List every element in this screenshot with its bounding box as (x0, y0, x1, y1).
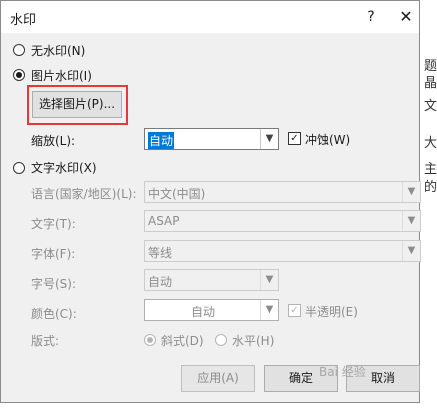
font-value: 等线 (148, 246, 173, 260)
text-watermark-label[interactable]: 文字水印(X) (31, 159, 97, 176)
chevron-down-icon[interactable]: ▼ (260, 129, 278, 149)
watermark-dialog: 水印 ? ✕ 无水印(N) 图片水印(I) 选择图片(P)... 缩放(L): … (0, 0, 421, 403)
semitransparent-checkbox[interactable]: ✓ (288, 304, 301, 317)
chevron-down-icon[interactable]: ▼ (260, 270, 278, 290)
font-dropdown[interactable]: 等线 ▼ (144, 240, 421, 262)
washout-label[interactable]: 冲蚀(W) (305, 131, 350, 148)
font-label: 字体(F): (31, 247, 76, 261)
size-label: 字号(S): (31, 277, 77, 291)
doc-char: 文 (424, 99, 437, 114)
size-value: 自动 (148, 275, 173, 289)
help-icon[interactable]: ? (361, 6, 381, 28)
size-dropdown[interactable]: 自动 ▼ (144, 269, 279, 291)
chevron-down-icon[interactable]: ▼ (402, 211, 420, 231)
color-dropdown[interactable]: 自动 ▼ (144, 299, 279, 321)
text-value: ASAP (148, 214, 180, 228)
semitransparent-label[interactable]: 半透明(E) (305, 303, 358, 320)
picture-watermark-radio[interactable] (13, 69, 25, 81)
dialog-title: 水印 (10, 13, 37, 28)
title-bar: 水印 ? ✕ (1, 1, 419, 33)
baidu-watermark: Bai 经验 (319, 365, 366, 379)
horizontal-label[interactable]: 水平(H) (232, 332, 274, 349)
close-icon[interactable]: ✕ (395, 6, 417, 28)
layout-label: 版式: (31, 334, 60, 348)
language-value: 中文(中国) (148, 187, 206, 201)
scale-value: 自动 (148, 132, 175, 149)
chevron-down-icon[interactable]: ▼ (260, 300, 278, 320)
no-watermark-radio[interactable] (13, 44, 25, 56)
scale-label: 缩放(L): (31, 134, 76, 148)
text-label: 文字(T): (31, 217, 76, 231)
color-value: 自动 (190, 305, 215, 319)
scale-dropdown[interactable]: 自动 ▼ (144, 128, 279, 150)
no-watermark-label[interactable]: 无水印(N) (31, 42, 85, 59)
doc-char: 大 (424, 136, 437, 151)
horizontal-radio[interactable] (215, 334, 227, 346)
color-label: 颜色(C): (31, 307, 77, 321)
apply-button[interactable]: 应用(A) (181, 365, 255, 392)
text-dropdown[interactable]: ASAP ▼ (144, 210, 421, 232)
language-dropdown[interactable]: 中文(中国) ▼ (144, 181, 421, 203)
diagonal-radio[interactable] (144, 334, 156, 346)
doc-char: 的 (424, 180, 437, 195)
diagonal-label[interactable]: 斜式(D) (161, 332, 204, 349)
select-picture-button[interactable]: 选择图片(P)... (32, 91, 122, 118)
language-label: 语言(国家/地区)(L): (31, 187, 137, 201)
background-document: 题 晶 文 大 主 的 (420, 40, 437, 410)
washout-checkbox[interactable]: ✓ (288, 132, 301, 145)
chevron-down-icon[interactable]: ▼ (402, 182, 420, 202)
text-watermark-radio[interactable] (13, 162, 25, 174)
doc-char: 晶 (424, 76, 437, 91)
doc-char: 主 (424, 162, 437, 177)
chevron-down-icon[interactable]: ▼ (402, 241, 420, 261)
picture-watermark-label[interactable]: 图片水印(I) (31, 67, 92, 84)
